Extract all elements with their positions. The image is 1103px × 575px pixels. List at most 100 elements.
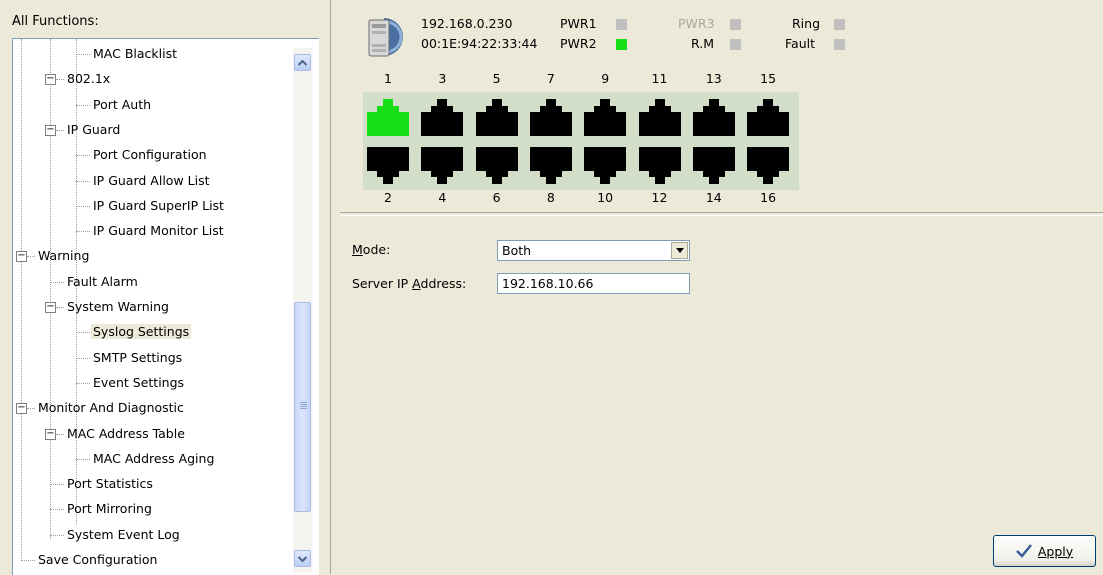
ethernet-port-icon[interactable] [691,97,737,138]
tree-item-label: IP Guard Monitor List [93,223,224,239]
tree-item-label: Fault Alarm [67,273,138,289]
collapse-icon[interactable]: − [45,124,56,136]
checkmark-icon [1015,544,1032,558]
ethernet-port-icon[interactable] [745,145,791,186]
tree-connector [50,509,64,511]
collapse-icon[interactable]: − [45,74,56,86]
ethernet-port-icon[interactable] [582,97,628,138]
tree-connector [50,281,64,283]
tree-connector [50,534,64,536]
indicator-led [730,19,741,30]
ethernet-port-icon[interactable] [474,97,520,138]
tree-guide [50,39,51,539]
collapse-icon[interactable]: − [16,403,27,415]
functions-panel: All Functions: MAC Blacklist 802.1x − Port … [0,0,330,575]
indicator-led [616,39,627,50]
indicator-led [730,39,741,50]
tree-item-label: IP Guard Allow List [93,172,210,188]
tree-item[interactable]: IP Guard [65,119,122,141]
tree-item[interactable]: IP Guard Allow List [91,170,212,192]
port-number: 12 [651,190,668,205]
tree-item[interactable]: 802.1x [65,68,112,90]
tree-item[interactable]: Warning [36,245,91,267]
apply-button[interactable]: Apply [993,535,1096,567]
mode-dropdown-button[interactable] [671,242,688,259]
tree-item-label: MAC Address Table [67,425,185,441]
content-panel: 192.168.0.230 00:1E:94:22:33:44 PWR1 PWR3… [340,0,1103,574]
tree-item-label: Monitor And Diagnostic [38,400,184,416]
device-ip: 192.168.0.230 [421,16,513,31]
ethernet-port-icon[interactable] [528,97,574,138]
tree-item[interactable]: Port Auth [91,94,153,116]
tree-item[interactable]: Monitor And Diagnostic [36,397,186,419]
tree-item[interactable]: Port Statistics [65,473,155,495]
port-number: 7 [546,71,555,86]
ethernet-port-icon[interactable] [637,97,683,138]
all-functions-label: All Functions: [12,14,99,29]
tree-item[interactable]: IP Guard SuperIP List [91,195,226,217]
tree-item[interactable]: System Warning [65,296,171,318]
chevron-up-icon [298,59,307,66]
tree-item[interactable]: Port Configuration [91,144,209,166]
ethernet-port-icon[interactable] [745,97,791,138]
tree-item[interactable]: Event Settings [91,372,186,394]
ethernet-port-icon[interactable] [474,145,520,186]
mode-label-rest: ode: [362,242,391,257]
ethernet-port-icon[interactable] [419,97,465,138]
tree-item[interactable]: SMTP Settings [91,347,184,369]
ethernet-port-icon[interactable] [582,145,628,186]
collapse-icon[interactable]: − [45,302,56,313]
device-mac: 00:1E:94:22:33:44 [421,36,538,51]
port-number: 13 [705,71,722,86]
scroll-thumb[interactable] [294,302,311,512]
tree-item-label: Syslog Settings [91,324,192,340]
indicator-led [834,19,845,30]
switch-status-area: 192.168.0.230 00:1E:94:22:33:44 PWR1 PWR3… [340,0,1103,212]
tree-item[interactable]: System Event Log [65,524,182,546]
tree-connector [76,382,90,384]
ethernet-port-icon[interactable] [637,145,683,186]
ethernet-port-icon[interactable] [528,145,574,186]
switch-device-icon [368,18,404,57]
tree-item[interactable]: MAC Blacklist [91,43,179,65]
tree-item-label: SMTP Settings [93,349,183,365]
tree-item[interactable]: MAC Address Aging [91,448,216,470]
tree-item-label: System Event Log [67,526,180,542]
ethernet-port-icon[interactable] [365,145,411,186]
tree-item-label: Port Statistics [67,476,153,492]
tree-connector [76,332,90,334]
port-number: 5 [492,71,501,86]
tree-item[interactable]: IP Guard Monitor List [91,220,226,242]
tree-item[interactable]: Save Configuration [36,549,159,571]
scroll-down-button[interactable] [294,550,311,567]
port-number: 11 [651,71,668,86]
scroll-up-button[interactable] [294,54,311,71]
port-number: 16 [760,190,777,205]
tree-item-label: Port Auth [93,96,152,112]
collapse-icon[interactable]: − [16,251,27,263]
server-ip-input[interactable]: 192.168.10.66 [497,273,690,294]
ethernet-port-icon[interactable] [419,145,465,186]
ethernet-port-icon[interactable] [691,145,737,186]
mode-select[interactable]: Both [497,240,690,261]
tree-item[interactable]: Fault Alarm [65,271,140,293]
tree-item[interactable]: MAC Address Table [65,423,187,445]
port-number: 1 [384,71,392,86]
tree-item[interactable]: Port Mirroring [65,498,154,520]
tree-connector [76,104,90,106]
tree-item[interactable]: Syslog Settings [91,321,192,343]
tree-item-label: Port Mirroring [67,501,152,517]
tree-connector [76,180,90,182]
tree-connector [56,79,64,81]
port-number: 14 [705,190,722,205]
indicator-led [834,39,845,50]
collapse-icon[interactable]: − [45,428,56,440]
port-number: 15 [760,71,777,86]
port-number: 4 [438,190,447,205]
chevron-down-icon [298,555,307,562]
tree-connector [76,231,90,233]
tree-connector [76,458,90,460]
ethernet-port-icon[interactable] [365,97,411,138]
tree-scrollbar[interactable] [293,48,312,572]
function-tree[interactable]: MAC Blacklist 802.1x − Port Auth IP Guard − Po… [12,38,319,575]
